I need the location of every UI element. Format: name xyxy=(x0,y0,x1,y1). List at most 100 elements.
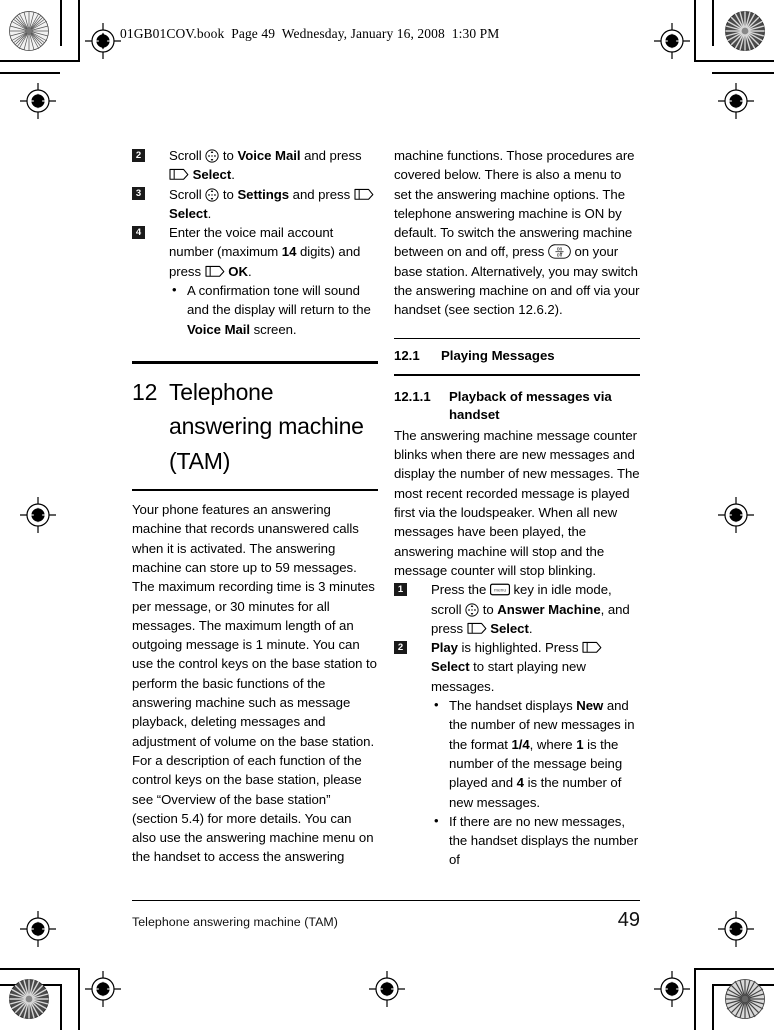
crop-line-tr-h1 xyxy=(694,60,774,62)
page-footer: Telephone answering machine (TAM) 49 xyxy=(132,900,640,932)
registration-target-right-lower xyxy=(718,911,754,947)
run-text: The handset displays xyxy=(449,698,577,714)
registration-target-top-left xyxy=(85,23,121,59)
step-bullet: If there are no new messages, the handse… xyxy=(431,811,640,870)
numbered-step: 4 Enter the voice mail account number (ma… xyxy=(132,223,378,339)
step-number-badge: 1 xyxy=(394,582,407,596)
right-column: machine functions. Those procedures are … xyxy=(394,146,640,870)
registration-target-top-right xyxy=(654,23,690,59)
chapter-title: Telephone answering machine (TAM) xyxy=(169,378,364,474)
section-heading: 12.1 Playing Messages xyxy=(394,347,640,365)
step-text: Scroll to Settings and press Select. xyxy=(169,187,374,221)
subsection-intro-paragraph: The answering machine message counter bl… xyxy=(394,427,640,578)
star-target-bottom-right xyxy=(724,978,766,1020)
star-target-top-left xyxy=(8,10,50,52)
crop-line-tl-h2 xyxy=(0,72,60,74)
crop-line-tl-v1 xyxy=(78,0,80,62)
registration-target-bottom-left xyxy=(85,971,121,1007)
left-column: 2 Scroll to Voice Mail and press Select. 3… xyxy=(132,146,378,867)
crop-line-tr-v1 xyxy=(694,0,696,62)
scroll-key-icon xyxy=(465,602,479,617)
crop-line-bl-v1 xyxy=(78,968,80,1030)
numbered-step: 2 Play is highlighted. Press Select to st… xyxy=(394,638,640,870)
run-text: and press xyxy=(300,148,362,163)
step-text: Enter the voice mail account number (max… xyxy=(169,225,360,279)
emphasis-text: 14 xyxy=(281,244,297,260)
numbered-step: 2 Scroll to Voice Mail and press Select. xyxy=(132,146,378,185)
soft-key-icon xyxy=(354,187,374,200)
run-text: Scroll xyxy=(169,148,206,163)
emphasis-text: 1/4 xyxy=(511,736,530,752)
emphasis-text: Voice Mail xyxy=(187,321,251,337)
emphasis-text: Select xyxy=(192,167,232,183)
registration-target-bottom-right xyxy=(654,971,690,1007)
crop-line-bl-v2 xyxy=(60,984,62,1030)
run-text: , where xyxy=(529,736,577,752)
registration-target-left-lower xyxy=(20,911,56,947)
numbered-step: 1 Press the menu key in idle mode, scroll… xyxy=(394,580,640,638)
right-steps-list: 1 Press the menu key in idle mode, scroll… xyxy=(394,580,640,869)
star-target-top-right xyxy=(724,10,766,52)
numbered-step: 3 Scroll to Settings and press Select. xyxy=(132,185,378,224)
emphasis-text: Select xyxy=(431,659,470,675)
left-steps-list: 2 Scroll to Voice Mail and press Select. 3… xyxy=(132,146,378,339)
step-number-badge: 3 xyxy=(132,187,145,201)
soft-key-icon xyxy=(169,167,189,181)
soft-key-icon xyxy=(467,621,487,634)
chapter-number: 12 xyxy=(132,378,158,405)
step-number-badge: 4 xyxy=(132,225,145,239)
chapter-heading: 12 Telephone answering machine (TAM) xyxy=(132,375,378,479)
emphasis-text: 4 xyxy=(516,775,524,791)
step-text: Play is highlighted. Press Select to sta… xyxy=(431,640,602,694)
run-text: to xyxy=(219,186,238,202)
emphasis-text: Settings xyxy=(237,186,290,202)
run-text: machine functions. Those procedures are … xyxy=(394,148,635,260)
crop-line-tr-h2 xyxy=(712,72,774,74)
run-text: Press the xyxy=(431,582,490,598)
menu-key-icon: menu xyxy=(489,582,510,596)
svg-text:off: off xyxy=(557,253,563,259)
subsection-title: Playback of messages via handset xyxy=(449,388,612,422)
soft-key-icon xyxy=(582,640,602,653)
run-text: screen. xyxy=(250,321,297,337)
emphasis-text: Select xyxy=(169,205,208,221)
step-number-badge: 2 xyxy=(394,640,407,654)
run-text: is highlighted. Press xyxy=(457,640,583,656)
run-text: Scroll xyxy=(169,186,206,202)
on-off-key-icon: on off xyxy=(548,244,571,259)
run-text: to xyxy=(219,148,238,163)
run-text: and press xyxy=(289,186,354,202)
scroll-key-icon xyxy=(205,149,219,163)
emphasis-text: Play xyxy=(431,640,458,656)
section-number: 12.1 xyxy=(394,348,420,364)
run-text: to xyxy=(479,601,498,617)
emphasis-text: OK xyxy=(228,263,248,279)
step-bullet: The handset displays New and the number … xyxy=(431,695,640,812)
crop-line-bl-h1 xyxy=(0,968,78,970)
run-text: . xyxy=(528,620,533,636)
page-content: 2 Scroll to Voice Mail and press Select. 3… xyxy=(132,146,640,886)
soft-key-icon xyxy=(205,264,225,277)
registration-target-left-upper xyxy=(20,83,56,119)
emphasis-text: Select xyxy=(490,620,529,636)
run-text: . xyxy=(207,205,212,221)
step-text: Scroll to Voice Mail and press Select. xyxy=(169,148,362,182)
emphasis-text: Voice Mail xyxy=(237,148,301,163)
scroll-key-icon xyxy=(205,187,219,202)
page-header-text: 01GB01COV.book Page 49 Wednesday, Januar… xyxy=(120,26,500,41)
section-title: Playing Messages xyxy=(441,348,555,364)
run-text: A confirmation tone will sound and the d… xyxy=(187,283,371,318)
emphasis-text: New xyxy=(576,698,604,714)
footer-title: Telephone answering machine (TAM) xyxy=(132,915,338,930)
registration-target-left-middle xyxy=(20,497,56,533)
chapter-intro-paragraph: Your phone features an answering machine… xyxy=(132,502,377,865)
footer-page-number: 49 xyxy=(617,909,640,932)
crop-line-tr-v2 xyxy=(712,0,714,46)
continuation-paragraph: machine functions. Those procedures are … xyxy=(394,146,640,320)
step-number-badge: 2 xyxy=(132,148,145,162)
crop-line-br-v2 xyxy=(712,984,714,1030)
crop-line-tl-h1 xyxy=(0,60,78,62)
crop-line-tl-v2 xyxy=(60,0,62,46)
registration-target-bottom-center xyxy=(369,971,405,1007)
subsection-heading: 12.1.1 Playback of messages via handset xyxy=(394,388,640,424)
